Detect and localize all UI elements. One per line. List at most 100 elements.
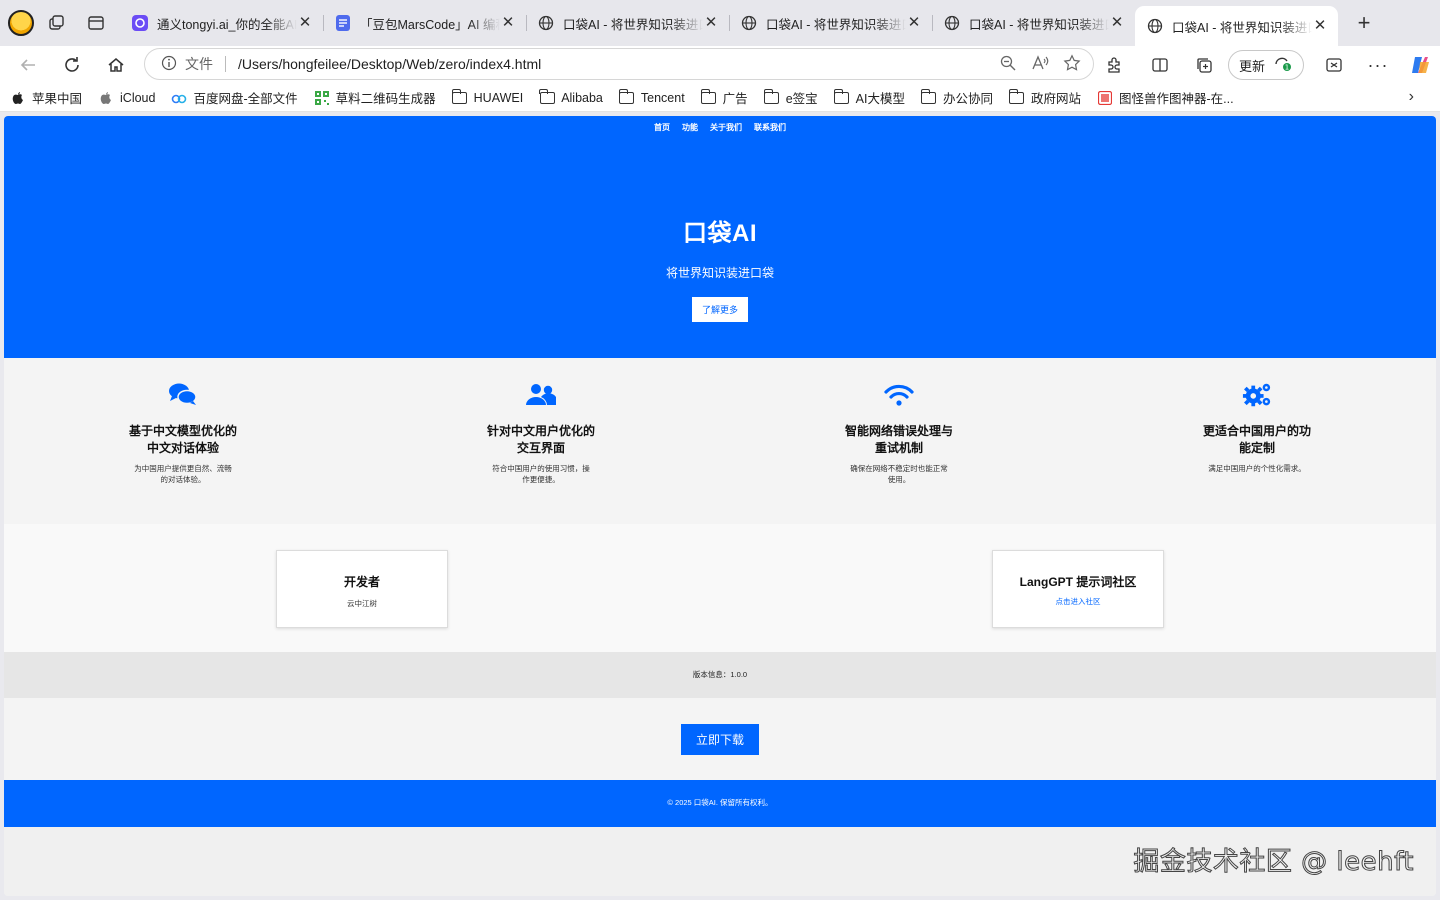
back-icon[interactable] [10, 49, 46, 81]
update-button[interactable]: 更新 1 [1228, 50, 1305, 80]
wifi-icon [884, 382, 914, 408]
bookmark-item[interactable]: AI大模型 [833, 88, 905, 107]
svg-text:1: 1 [1285, 63, 1289, 71]
bookmark-item[interactable]: 办公协同 [921, 88, 993, 107]
tab-actions-icon[interactable] [78, 5, 114, 41]
zoom-icon[interactable] [999, 54, 1017, 75]
close-icon[interactable]: ✕ [1312, 18, 1328, 34]
feature-title: 基于中文模型优化的中文对话体验 [128, 424, 237, 455]
feature-item: 智能网络错误处理与重试机制 确保在网络不稳定时也能正常使用。 [720, 358, 1078, 524]
feature-item: 基于中文模型优化的中文对话体验 为中国用户提供更自然、流畅的对话体验。 [4, 358, 362, 524]
tab-active[interactable]: 口袋AI - 将世界知识装进口袋 ✕ [1135, 6, 1338, 46]
globe-icon [741, 15, 757, 31]
home-icon[interactable] [98, 49, 134, 81]
feature-item: 针对中文用户优化的交互界面 符合中国用户的使用习惯，操作更便捷。 [362, 358, 720, 524]
features-section: 基于中文模型优化的中文对话体验 为中国用户提供更自然、流畅的对话体验。 针对中文… [4, 358, 1436, 524]
bookmark-label: 苹果中国 [32, 92, 83, 106]
qrcode-icon [314, 90, 330, 105]
community-link[interactable]: 点击进入社区 [993, 596, 1163, 607]
screenshot-icon[interactable] [1316, 49, 1352, 81]
version-info: 版本信息：1.0.0 [4, 652, 1436, 698]
hero-section: 首页 功能 关于我们 联系我们 口袋AI 将世界知识装进口袋 了解更多 [4, 116, 1436, 358]
bookmark-label: 广告 [722, 92, 748, 106]
address-divider [225, 56, 226, 72]
tab-title: 通义tongyi.ai_你的全能AI助手 [157, 17, 297, 32]
new-tab-button[interactable]: + [1348, 7, 1380, 39]
nav-link-features[interactable]: 功能 [682, 122, 698, 133]
tab[interactable]: 口袋AI - 将世界知识装进口袋 ✕ [526, 5, 729, 41]
read-aloud-icon[interactable] [1031, 54, 1049, 75]
more-menu-icon[interactable]: ··· [1360, 49, 1396, 81]
address-bar[interactable]: 文件 /Users/hongfeilee/Desktop/Web/zero/in… [144, 48, 1094, 80]
baidu-pan-icon [171, 91, 187, 105]
tuguaishou-icon [1097, 90, 1113, 105]
site-footer: © 2025 口袋AI. 保留所有权利。 [4, 780, 1436, 827]
close-icon[interactable]: ✕ [906, 15, 922, 31]
bookmark-item[interactable]: Tencent [618, 88, 685, 105]
apple-icon [98, 91, 114, 105]
bookmark-label: AI大模型 [855, 92, 905, 106]
workspaces-icon[interactable] [38, 5, 74, 41]
address-url[interactable]: /Users/hongfeilee/Desktop/Web/zero/index… [238, 56, 541, 72]
bookmark-label: e签宝 [785, 92, 818, 106]
tab-title: 口袋AI - 将世界知识装进口袋 [1172, 20, 1312, 35]
extensions-icon[interactable] [1096, 49, 1132, 81]
bookmark-label: 图怪兽作图神器-在... [1118, 92, 1234, 106]
favorite-star-icon[interactable] [1063, 54, 1081, 75]
info-cards-section: 开发者 云中江树 LangGPT 提示词社区 点击进入社区 [4, 524, 1436, 652]
bookmark-item[interactable]: e签宝 [763, 88, 818, 107]
learn-more-button[interactable]: 了解更多 [691, 297, 748, 322]
users-icon [526, 382, 556, 408]
folder-icon [833, 88, 850, 105]
bookmark-item[interactable]: 草料二维码生成器 [314, 88, 436, 107]
doc-icon [335, 15, 351, 31]
developer-card-title: 开发者 [343, 575, 380, 589]
folder-icon [921, 88, 937, 105]
bookmark-item[interactable]: 百度网盘-全部文件 [171, 88, 298, 107]
feature-desc: 符合中国用户的使用习惯，操作更便捷。 [492, 464, 590, 484]
feature-item: 更适合中国用户的功能定制 满足中国用户的个性化需求。 [1078, 358, 1436, 524]
chat-bubbles-icon [168, 382, 198, 408]
close-icon[interactable]: ✕ [703, 15, 719, 31]
info-icon[interactable] [161, 55, 177, 74]
nav-link-about[interactable]: 关于我们 [710, 122, 742, 133]
chevron-right-icon[interactable]: › [1409, 88, 1414, 106]
bookmark-item[interactable]: 政府网站 [1009, 88, 1081, 107]
tab[interactable]: 「豆包MarsCode」AI 编程助手 ✕ [323, 5, 526, 41]
tab[interactable]: 口袋AI - 将世界知识装进口袋 ✕ [932, 5, 1135, 41]
close-icon[interactable]: ✕ [500, 15, 516, 31]
bookmark-label: iCloud [120, 90, 156, 105]
collections-icon[interactable] [1186, 49, 1222, 81]
folder-icon [451, 88, 468, 105]
reload-icon[interactable] [54, 49, 90, 81]
download-button[interactable]: 立即下载 [681, 723, 759, 755]
update-badge-icon: 1 [1273, 55, 1293, 76]
nav-link-home[interactable]: 首页 [654, 122, 670, 133]
globe-icon [538, 15, 554, 31]
bookmark-item[interactable]: iCloud [98, 91, 155, 105]
copilot-icon[interactable] [1402, 49, 1438, 81]
bookmark-item[interactable]: 苹果中国 [10, 88, 82, 107]
bookmark-item[interactable]: Alibaba [539, 88, 603, 105]
site-nav: 首页 功能 关于我们 联系我们 [4, 116, 1436, 133]
bookmark-item[interactable]: 广告 [700, 88, 748, 107]
bookmark-label: 草料二维码生成器 [335, 92, 436, 106]
close-icon[interactable]: ✕ [297, 15, 313, 31]
split-screen-icon[interactable] [1142, 49, 1178, 81]
close-icon[interactable]: ✕ [1109, 15, 1125, 31]
folder-icon [539, 88, 555, 105]
nav-link-contact[interactable]: 联系我们 [754, 122, 786, 133]
tab-bar: 通义tongyi.ai_你的全能AI助手 ✕ 「豆包MarsCode」AI 编程… [0, 0, 1440, 46]
bookmarks-bar: 苹果中国 iCloud 百度网盘-全部文件 草料二维码生成器 HUAWEI Al… [0, 84, 1440, 112]
globe-icon [944, 15, 960, 31]
hero-subtitle: 将世界知识装进口袋 [665, 266, 774, 280]
feature-title: 针对中文用户优化的交互界面 [486, 424, 595, 455]
profile-avatar[interactable] [8, 10, 34, 36]
bookmark-item[interactable]: HUAWEI [451, 88, 523, 105]
folder-icon [618, 88, 635, 105]
tab-title: 「豆包MarsCode」AI 编程助手 [360, 17, 500, 32]
bookmark-item[interactable]: 图怪兽作图神器-在... [1097, 88, 1234, 107]
tab[interactable]: 通义tongyi.ai_你的全能AI助手 ✕ [120, 5, 323, 41]
tab[interactable]: 口袋AI - 将世界知识装进口袋 ✕ [729, 5, 932, 41]
toolbar: 文件 /Users/hongfeilee/Desktop/Web/zero/in… [0, 46, 1440, 84]
